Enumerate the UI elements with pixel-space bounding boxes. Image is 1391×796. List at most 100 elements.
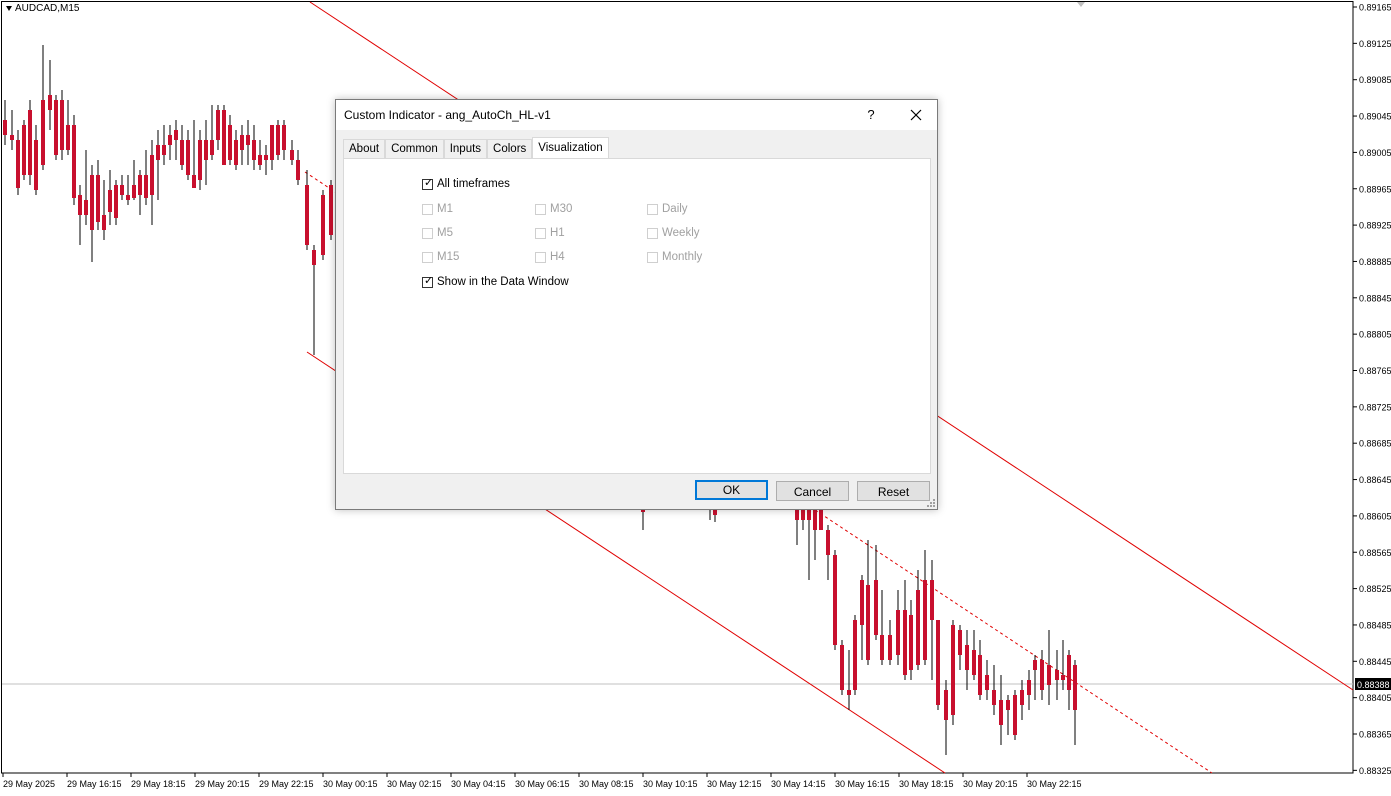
timeframe-m15-checkbox[interactable]: M15 [422,251,459,263]
candle-body [896,610,900,655]
show-data-window-checkbox[interactable]: ✓ Show in the Data Window [422,275,569,288]
time-tick-label: 30 May 12:15 [707,779,762,789]
timeframe-weekly-checkbox[interactable]: Weekly [647,227,700,239]
price-tick-label: 0.88365 [1359,730,1391,740]
checkbox-box[interactable] [535,227,546,239]
timeframe-m30-checkbox[interactable]: M30 [535,203,572,215]
candle-body [936,620,940,705]
timeframe-m1-checkbox[interactable]: M1 [422,203,453,215]
candle-body [305,185,309,245]
checkbox-label: M5 [437,227,453,239]
reset-button[interactable]: Reset [857,481,930,501]
candle-body [1033,660,1037,670]
candle-body [240,135,244,150]
candle-body [874,580,878,635]
candle-body [234,140,238,165]
tab-visualization[interactable]: Visualization [532,137,609,159]
checkbox-box[interactable] [422,227,433,239]
candle-body [999,700,1003,725]
candle-body [102,215,106,230]
checkbox-box[interactable] [647,203,658,215]
candle-body [168,135,172,145]
timeframe-m5-checkbox[interactable]: M5 [422,227,453,239]
price-tick-label: 0.88485 [1359,620,1391,630]
all-timeframes-checkbox[interactable]: ✓ All timeframes [422,176,510,190]
price-tick-label: 0.88325 [1359,766,1391,776]
timeframe-monthly-checkbox[interactable]: Monthly [647,251,702,263]
candle-body [1006,700,1010,710]
cancel-button[interactable]: Cancel [776,481,849,501]
timeframe-h4-checkbox[interactable]: H4 [535,251,565,263]
checkbox-box[interactable]: ✓ [422,176,434,190]
candle-body [28,110,32,175]
checkbox-box[interactable] [422,251,433,263]
candle-body [951,625,955,715]
time-tick-label: 30 May 18:15 [899,779,954,789]
candle-body [186,140,190,175]
checkmark-icon: ✓ [424,176,434,189]
candle-body [144,175,148,198]
checkbox-box[interactable]: ✓ [422,275,433,288]
time-tick-label: 29 May 18:15 [131,779,186,789]
candle-body [923,580,927,660]
tab-colors[interactable]: Colors [487,139,533,159]
candle-body [84,200,88,215]
price-tick-label: 0.88525 [1359,584,1391,594]
help-button[interactable]: ? [860,104,882,126]
candle-body [132,185,136,198]
resize-grip-icon[interactable] [926,498,936,508]
price-tick-label: 0.88765 [1359,366,1391,376]
candle-body [114,185,118,218]
candle-body [10,135,14,140]
candle-body [66,125,70,150]
time-tick-label: 30 May 06:15 [515,779,570,789]
candle-body [321,195,325,255]
checkbox-box[interactable] [647,251,658,263]
symbol-dropdown-icon[interactable] [6,6,12,11]
timeframe-daily-checkbox[interactable]: Daily [647,203,688,215]
price-tick-label: 0.88645 [1359,475,1391,485]
candle-body [903,610,907,675]
visualization-panel: ✓ All timeframes M1 M30 Daily M5 H1 Week… [343,158,931,474]
candle-body [138,175,142,195]
tab-common[interactable]: Common [385,139,444,159]
candle-body [270,125,274,160]
candle-body [72,125,76,198]
candle-body [156,145,160,160]
time-tick-label: 29 May 2025 [3,779,55,789]
checkbox-box[interactable] [647,227,658,239]
price-tick-label: 0.88965 [1359,184,1391,194]
timeframe-h1-checkbox[interactable]: H1 [535,227,565,239]
candle-body [162,145,166,155]
candle-body [1040,660,1044,690]
candle-body [992,690,996,705]
candle-body [965,645,969,670]
candle-body [282,125,286,150]
candle-body [198,140,202,180]
candle-body [180,140,184,165]
candle-body [228,125,232,160]
candle-body [1013,695,1017,735]
tab-inputs[interactable]: Inputs [443,139,488,159]
checkbox-box[interactable] [535,251,546,263]
dialog-titlebar[interactable]: Custom Indicator - ang_AutoCh_HL-v1 ? [336,100,937,130]
checkbox-box[interactable] [422,203,433,215]
price-tick-label: 0.88685 [1359,439,1391,449]
ok-button[interactable]: OK [695,480,768,500]
checkbox-label: Show in the Data Window [437,276,569,288]
time-tick-label: 30 May 02:15 [387,779,442,789]
checkbox-box[interactable] [535,203,546,215]
checkbox-label: Weekly [662,227,700,239]
tab-about[interactable]: About [343,139,386,159]
checkbox-label: H1 [550,227,565,239]
candle-body [120,185,124,195]
candle-body [813,510,817,530]
candle-body [1055,670,1059,680]
price-tick-label: 0.89045 [1359,112,1391,122]
candle-body [1047,665,1051,685]
tab-bar: About Common Inputs Colors Visualization [343,137,609,159]
time-tick-label: 30 May 10:15 [643,779,698,789]
candle-body [916,590,920,665]
close-button[interactable] [902,104,930,126]
symbol-label[interactable]: AUDCAD,M15 [6,3,79,14]
